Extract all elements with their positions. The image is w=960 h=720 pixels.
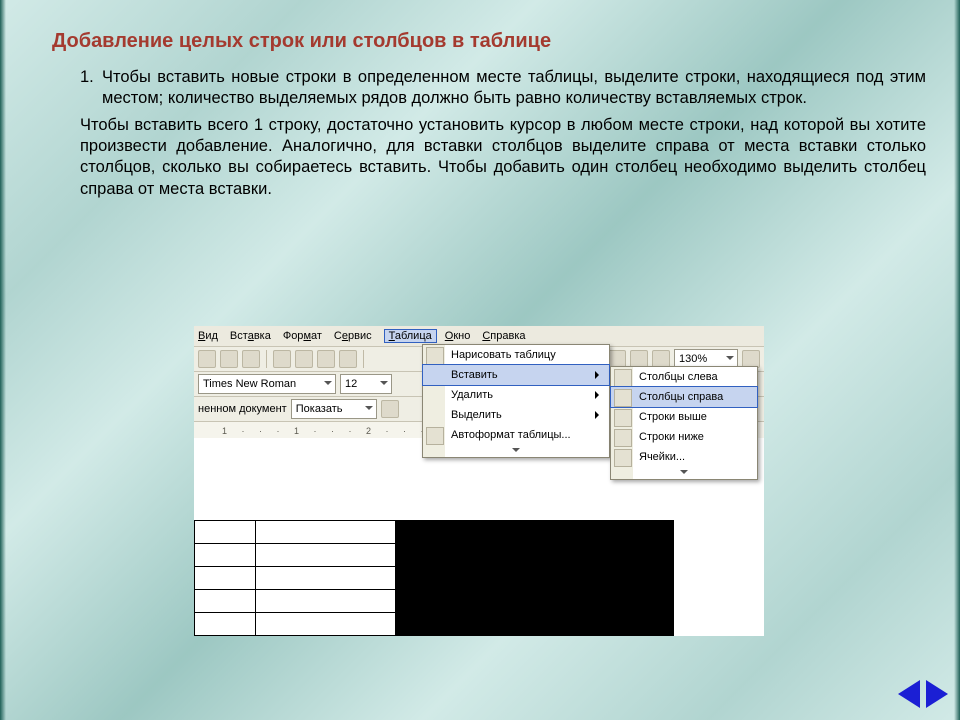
pencil-icon: [426, 347, 444, 365]
print-icon[interactable]: [198, 350, 216, 368]
prev-slide-button[interactable]: [898, 680, 920, 708]
menu-view[interactable]: Вид: [198, 330, 218, 342]
menu-window[interactable]: Окно: [445, 330, 471, 342]
menu-insert[interactable]: Вставка: [230, 330, 271, 342]
fontsize-combo[interactable]: 12: [340, 374, 392, 394]
rows-above-icon: [614, 409, 632, 427]
slide-nav: [898, 680, 948, 708]
slide-title: Добавление целых строк или столбцов в та…: [52, 30, 926, 53]
menu-autoformat[interactable]: Автоформат таблицы...: [423, 425, 609, 445]
list-number: 1.: [80, 67, 102, 88]
menu-expand[interactable]: [611, 467, 757, 479]
slide-content: Добавление целых строк или столбцов в та…: [34, 30, 926, 200]
table-row: [195, 590, 674, 613]
autoformat-icon: [426, 427, 444, 445]
spell-icon[interactable]: [242, 350, 260, 368]
slide-edge-right: [954, 0, 960, 720]
list-item-1-text: Чтобы вставить новые строки в определенн…: [102, 68, 926, 107]
slide-edge-left: [0, 0, 6, 720]
word-screenshot: Вид Вставка Формат Сервис Таблица Окно С…: [194, 326, 764, 636]
menu-select[interactable]: Выделить: [423, 405, 609, 425]
cells-icon: [614, 449, 632, 467]
rows-below-icon: [614, 429, 632, 447]
submenu-cells[interactable]: Ячейки...: [611, 447, 757, 467]
list-item-1: 1.Чтобы вставить новые строки в определе…: [34, 67, 926, 109]
cut-icon[interactable]: [273, 350, 291, 368]
cols-right-icon: [614, 389, 632, 407]
table-menu-dropdown: Нарисовать таблицу Вставить Удалить Выде…: [422, 344, 610, 458]
submenu-cols-left[interactable]: Столбцы слева: [611, 367, 757, 387]
submenu-arrow-icon: [595, 411, 603, 419]
table-row: [195, 544, 674, 567]
table-row: [195, 613, 674, 636]
separator: [266, 350, 267, 368]
menu-delete[interactable]: Удалить: [423, 385, 609, 405]
menu-format[interactable]: Формат: [283, 330, 322, 342]
menu-table[interactable]: Таблица: [384, 329, 437, 343]
submenu-cols-right[interactable]: Столбцы справа: [610, 386, 758, 408]
separator: [363, 350, 364, 368]
show-combo[interactable]: Показать: [291, 399, 377, 419]
preview-icon[interactable]: [220, 350, 238, 368]
menu-expand[interactable]: [423, 445, 609, 457]
table-row: [195, 521, 674, 544]
menu-tools[interactable]: Сервис: [334, 330, 372, 342]
insert-submenu: Столбцы слева Столбцы справа Строки выше…: [610, 366, 758, 480]
submenu-arrow-icon: [595, 391, 603, 399]
submenu-rows-above[interactable]: Строки выше: [611, 407, 757, 427]
sample-table: [194, 520, 674, 636]
doc-label: ненном документ: [198, 403, 287, 415]
copy-icon[interactable]: [295, 350, 313, 368]
balloon-icon[interactable]: [381, 400, 399, 418]
menu-insert[interactable]: Вставить: [422, 364, 610, 386]
paste-icon[interactable]: [317, 350, 335, 368]
format-painter-icon[interactable]: [339, 350, 357, 368]
next-slide-button[interactable]: [926, 680, 948, 708]
list-item-2: Чтобы вставить всего 1 строку, достаточн…: [34, 115, 926, 199]
body-text: 1.Чтобы вставить новые строки в определе…: [34, 67, 926, 200]
submenu-rows-below[interactable]: Строки ниже: [611, 427, 757, 447]
table-row: [195, 567, 674, 590]
menu-help[interactable]: Справка: [482, 330, 525, 342]
menu-draw-table[interactable]: Нарисовать таблицу: [423, 345, 609, 365]
submenu-arrow-icon: [595, 371, 603, 379]
font-combo[interactable]: Times New Roman: [198, 374, 336, 394]
cols-left-icon: [614, 369, 632, 387]
